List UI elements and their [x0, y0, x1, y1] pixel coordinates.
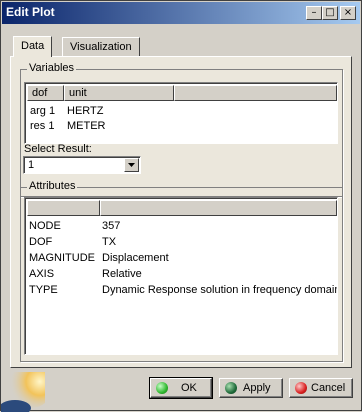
attribute-value: Dynamic Response solution in frequency d… [102, 284, 338, 296]
apply-button-label: Apply [243, 382, 271, 394]
column-header-unit-label: unit [69, 87, 87, 99]
ok-icon [156, 382, 168, 394]
variables-list[interactable]: dof unit arg 1 HERTZ res 1 METER [24, 82, 338, 144]
maximize-icon: □ [325, 7, 335, 18]
variables-group: Variables dof unit arg 1 HERTZ res 1 MET… [20, 62, 343, 197]
window-title: Edit Plot [6, 5, 55, 19]
attribute-value: TX [102, 236, 117, 248]
attribute-value: 357 [102, 220, 121, 232]
app-logo-icon [1, 372, 45, 412]
column-header-dof[interactable]: dof [27, 85, 64, 101]
column-header-empty[interactable] [174, 85, 337, 101]
title-bar[interactable]: Edit Plot – □ × [2, 2, 360, 24]
minimize-button[interactable]: – [306, 6, 322, 20]
variables-group-label: Variables [27, 62, 77, 74]
select-result-dropdown[interactable]: 1 [23, 156, 141, 174]
unit-cell: HERTZ [67, 105, 104, 117]
unit-cell: METER [67, 120, 106, 132]
ok-button[interactable]: OK [149, 377, 213, 399]
select-result-label: Select Result: [24, 143, 92, 155]
attributes-list[interactable]: NODE 357 DOF TX MAGNITUDE Displacement A… [24, 197, 338, 355]
attribute-name: NODE [29, 220, 61, 232]
tab-visualization-label: Visualization [70, 41, 132, 53]
cancel-button[interactable]: Cancel [289, 378, 353, 398]
attributes-column-header-2[interactable] [100, 200, 337, 216]
tab-visualization[interactable]: Visualization [62, 37, 140, 56]
tab-data-label: Data [21, 40, 45, 52]
cancel-button-label: Cancel [311, 382, 346, 394]
edit-plot-window: Edit Plot – □ × Data Visualization Varia… [0, 0, 362, 412]
attribute-name: AXIS [29, 268, 55, 280]
minimize-icon: – [311, 7, 317, 18]
attribute-value: Displacement [102, 252, 169, 264]
close-button[interactable]: × [340, 6, 356, 20]
close-icon: × [343, 7, 353, 18]
maximize-button[interactable]: □ [322, 6, 338, 20]
attribute-name: DOF [29, 236, 53, 248]
apply-icon [225, 382, 237, 394]
tab-data[interactable]: Data [13, 36, 53, 57]
apply-button[interactable]: Apply [219, 378, 283, 398]
attributes-group: Attributes NODE 357 DOF TX MAGNITUDE Dis… [20, 180, 343, 362]
column-header-dof-label: dof [32, 87, 48, 99]
cancel-icon [295, 382, 307, 394]
data-tab-panel: Variables dof unit arg 1 HERTZ res 1 MET… [10, 56, 352, 368]
chevron-down-icon [128, 163, 135, 167]
dof-cell: res 1 [30, 120, 55, 132]
column-header-unit[interactable]: unit [64, 85, 174, 101]
dropdown-button[interactable] [124, 158, 139, 172]
ok-button-label: OK [181, 382, 197, 394]
attributes-column-header-1[interactable] [27, 200, 100, 216]
attributes-group-label: Attributes [27, 180, 78, 192]
attribute-name: TYPE [29, 284, 58, 296]
attribute-name: MAGNITUDE [29, 252, 95, 264]
dof-cell: arg 1 [30, 105, 56, 117]
select-result-value: 1 [28, 159, 35, 171]
attribute-value: Relative [102, 268, 142, 280]
